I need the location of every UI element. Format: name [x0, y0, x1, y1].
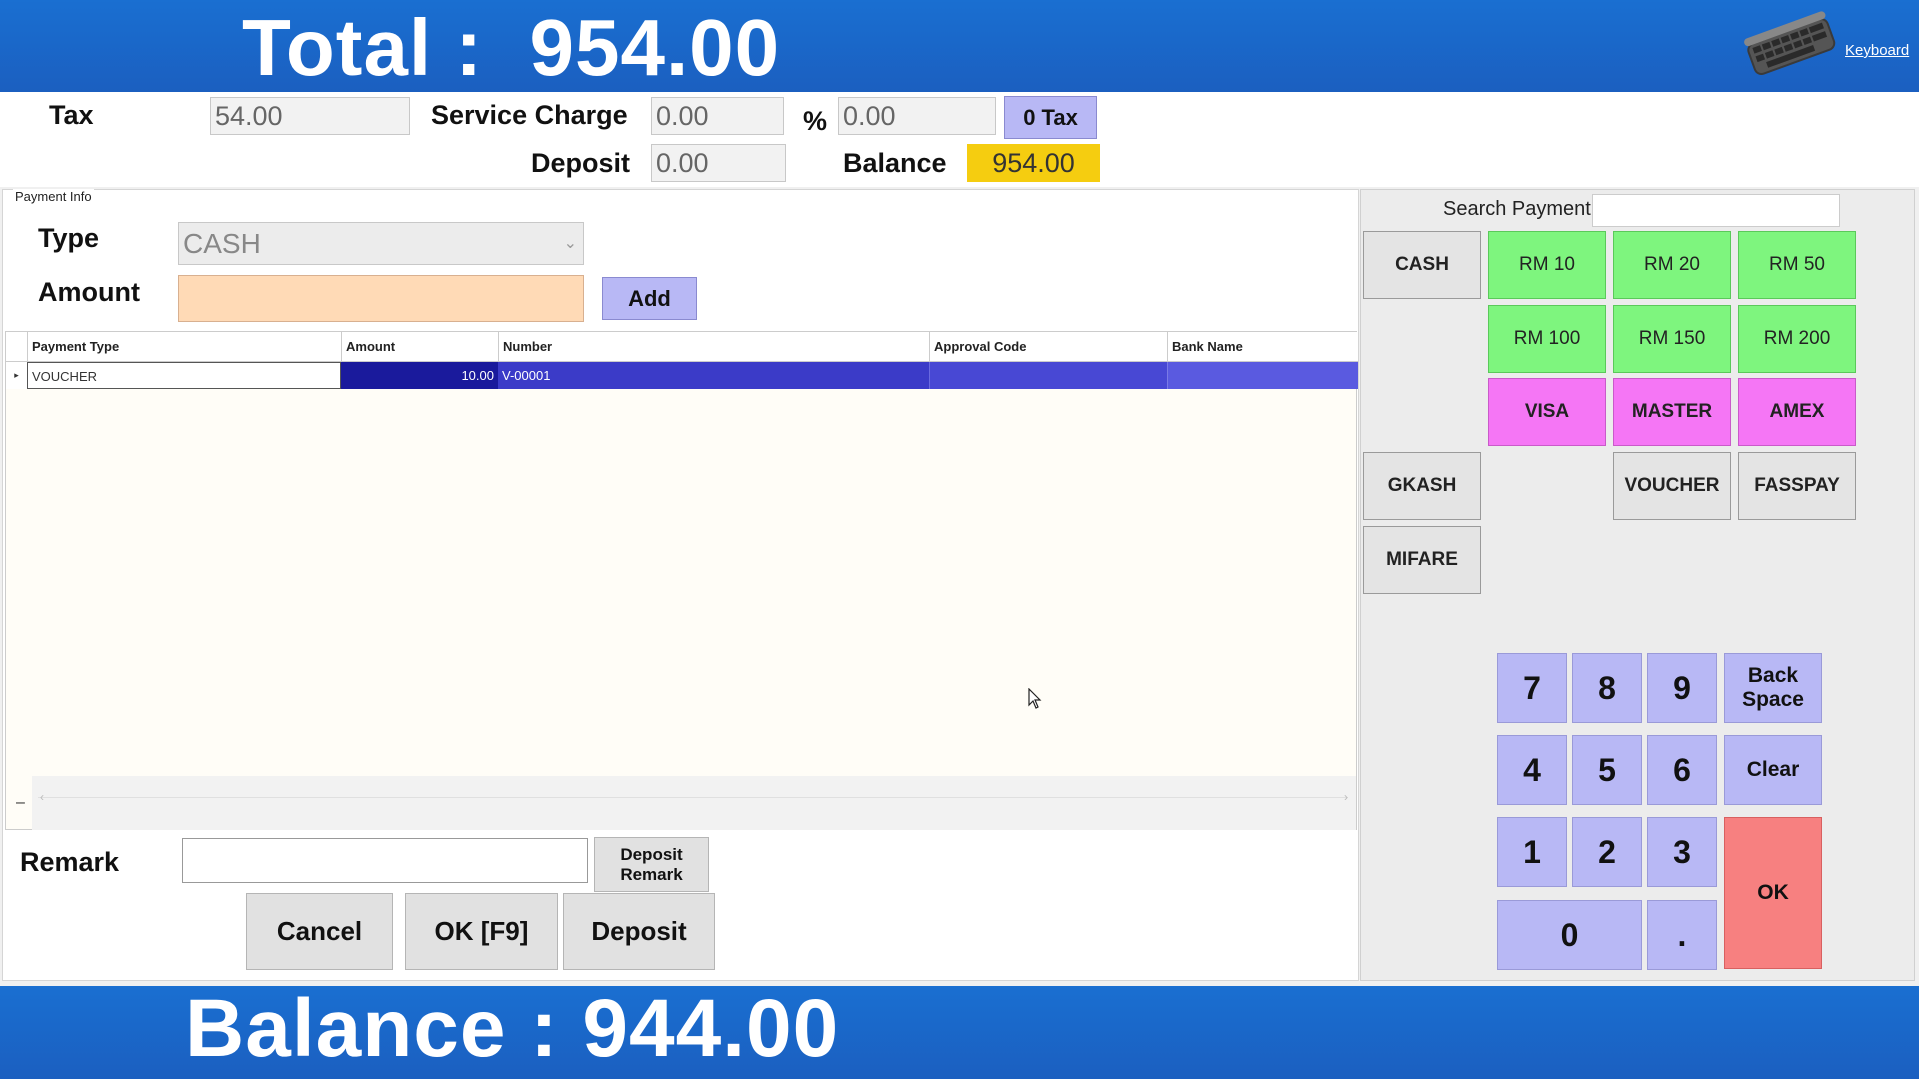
rm10-button[interactable]: RM 10: [1488, 231, 1606, 299]
balance-label: Balance: [843, 148, 947, 178]
payments-grid[interactable]: Payment Type Amount Number Approval Code…: [5, 331, 1358, 830]
fasspay-button[interactable]: FASSPAY: [1738, 452, 1856, 520]
deposit-field[interactable]: 0.00: [651, 144, 786, 182]
tax-label: Tax: [49, 100, 94, 130]
amount-input[interactable]: [178, 275, 584, 322]
column-bank-name[interactable]: Bank Name: [1167, 332, 1358, 362]
total-display: Total : 954.00: [242, 3, 781, 92]
grid-header: Payment Type Amount Number Approval Code…: [6, 332, 1358, 362]
clear-key[interactable]: Clear: [1724, 735, 1822, 805]
cell-approval-code[interactable]: [929, 362, 1167, 389]
service-charge-label: Service Charge: [431, 100, 628, 130]
percent-label: %: [803, 106, 828, 136]
payment-type-select[interactable]: CASH ⌄: [178, 222, 584, 265]
scroll-left-icon[interactable]: ‹: [40, 790, 44, 804]
collapse-icon: –: [16, 794, 25, 811]
zero-tax-button[interactable]: 0 Tax: [1004, 96, 1097, 139]
key-7[interactable]: 7: [1497, 653, 1567, 723]
visa-button[interactable]: VISA: [1488, 378, 1606, 446]
tax-field[interactable]: 54.00: [210, 97, 410, 135]
rm20-button[interactable]: RM 20: [1613, 231, 1731, 299]
cell-payment-type[interactable]: VOUCHER: [27, 362, 341, 389]
payment-info-title: Payment Info: [13, 189, 94, 204]
keyboard-button[interactable]: Keyboard: [1742, 4, 1912, 88]
key-8[interactable]: 8: [1572, 653, 1642, 723]
voucher-button[interactable]: VOUCHER: [1613, 452, 1731, 520]
key-1[interactable]: 1: [1497, 817, 1567, 887]
amex-button[interactable]: AMEX: [1738, 378, 1856, 446]
table-row[interactable]: ▸ VOUCHER 10.00 V-00001: [6, 362, 1358, 389]
key-0[interactable]: 0: [1497, 900, 1642, 970]
key-dot[interactable]: .: [1647, 900, 1717, 970]
cash-button[interactable]: CASH: [1363, 231, 1481, 299]
balance-field: 954.00: [967, 144, 1100, 182]
rm100-button[interactable]: RM 100: [1488, 305, 1606, 373]
add-button[interactable]: Add: [602, 277, 697, 320]
rm50-button[interactable]: RM 50: [1738, 231, 1856, 299]
row-indicator-icon: ▸: [6, 362, 27, 389]
ok-key[interactable]: OK: [1724, 817, 1822, 969]
gkash-button[interactable]: GKASH: [1363, 452, 1481, 520]
type-label: Type: [38, 223, 100, 253]
scrollbar-track[interactable]: [38, 797, 1348, 809]
search-payment-label: Search Payment: [1443, 198, 1591, 220]
top-banner: Total : 954.00 Keyboard: [0, 0, 1919, 92]
backspace-key[interactable]: Back Space: [1724, 653, 1822, 723]
payment-type-value: CASH: [183, 228, 261, 259]
remark-input[interactable]: [182, 838, 588, 883]
cell-amount[interactable]: 10.00: [341, 362, 498, 389]
mifare-button[interactable]: MIFARE: [1363, 526, 1481, 594]
amount-label: Amount: [38, 277, 140, 307]
scroll-right-icon[interactable]: ›: [1344, 790, 1348, 804]
mouse-cursor-icon: [1028, 688, 1042, 709]
keyboard-icon: [1744, 11, 1836, 76]
key-3[interactable]: 3: [1647, 817, 1717, 887]
key-4[interactable]: 4: [1497, 735, 1567, 805]
deposit-label: Deposit: [531, 148, 631, 178]
key-5[interactable]: 5: [1572, 735, 1642, 805]
rm200-button[interactable]: RM 200: [1738, 305, 1856, 373]
key-6[interactable]: 6: [1647, 735, 1717, 805]
horizontal-scrollbar[interactable]: ‹ ›: [32, 776, 1356, 830]
cell-bank-name[interactable]: [1167, 362, 1358, 389]
deposit-button[interactable]: Deposit: [563, 893, 715, 970]
cell-number[interactable]: V-00001: [498, 362, 929, 389]
column-amount[interactable]: Amount: [341, 332, 498, 362]
balance-display: Balance : 944.00: [185, 983, 840, 1074]
ok-f9-button[interactable]: OK [F9]: [405, 893, 558, 970]
bottom-banner: Balance : 944.00: [0, 983, 1919, 1079]
column-payment-type[interactable]: Payment Type: [27, 332, 341, 362]
key-9[interactable]: 9: [1647, 653, 1717, 723]
master-button[interactable]: MASTER: [1613, 378, 1731, 446]
search-payment-input[interactable]: [1592, 194, 1840, 227]
keyboard-label[interactable]: Keyboard: [1845, 42, 1909, 59]
rm150-button[interactable]: RM 150: [1613, 305, 1731, 373]
remark-label: Remark: [20, 847, 120, 877]
chevron-down-icon[interactable]: ⌄: [564, 223, 577, 264]
deposit-remark-button[interactable]: Deposit Remark: [594, 837, 709, 892]
cancel-button[interactable]: Cancel: [246, 893, 393, 970]
column-approval-code[interactable]: Approval Code: [929, 332, 1167, 362]
percent-field[interactable]: 0.00: [838, 97, 996, 135]
column-number[interactable]: Number: [498, 332, 929, 362]
key-2[interactable]: 2: [1572, 817, 1642, 887]
service-charge-field[interactable]: 0.00: [651, 97, 784, 135]
